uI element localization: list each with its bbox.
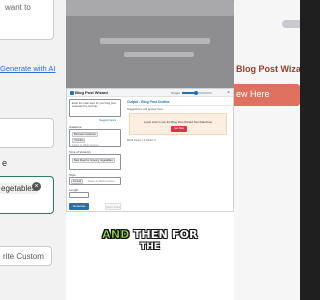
page-below-dialog xyxy=(66,212,234,300)
output-panel: Output - Blog Post Outline Suggestions w… xyxy=(125,99,231,159)
style-field[interactable]: Formal Select or Write Custom xyxy=(69,177,121,185)
dialog-titlebar: Blog Post Wizard Output × xyxy=(67,89,233,97)
style-tag[interactable]: Formal xyxy=(71,179,84,184)
chip-remove-icon[interactable]: × xyxy=(32,182,41,191)
divider xyxy=(127,105,231,106)
dialog-title: Blog Post Wizard xyxy=(75,90,108,95)
length-input[interactable] xyxy=(69,192,89,198)
background-chip-field: egetables × xyxy=(0,176,54,214)
blurred-line xyxy=(100,38,210,44)
topic-placeholder: Enter the main topic for your blog post,… xyxy=(72,102,117,109)
audience-field[interactable]: Business Audience Youtube Select or Writ… xyxy=(69,129,121,147)
generate-with-ai-link[interactable]: Generate with AI xyxy=(0,64,55,73)
background-textarea-text: want to xyxy=(5,3,31,12)
promo-text: Learn How to use the Blog Post Wizard To… xyxy=(144,120,212,124)
output-slider[interactable] xyxy=(182,91,212,95)
suggest-topics-link[interactable]: Suggest topics xyxy=(99,119,116,122)
tone-field[interactable]: Best Meal for Grocery Vegetables xyxy=(69,154,121,170)
right-background-app: Blog Post Wizard To ew Here xyxy=(234,0,300,300)
background-view-button[interactable]: ew Here xyxy=(234,84,300,106)
background-input xyxy=(0,118,54,148)
blog-post-wizard-dialog: Blog Post Wizard Output × Enter the main… xyxy=(66,88,234,212)
generate-button[interactable]: Generate xyxy=(69,203,89,210)
blurred-top-area xyxy=(66,0,234,90)
save-post-button[interactable]: Save Post xyxy=(105,203,121,210)
audience-more: Select or Write Custom xyxy=(72,144,99,147)
background-view-button-label: ew Here xyxy=(236,89,270,99)
wizard-form: Enter the main topic for your blog post,… xyxy=(69,99,123,211)
audience-tag[interactable]: Youtube xyxy=(72,138,86,143)
slider-thumb[interactable] xyxy=(193,91,198,95)
wizard-icon xyxy=(70,91,74,95)
tone-tag[interactable]: Best Meal for Grocery Vegetables xyxy=(72,158,115,163)
background-title: Blog Post Wizard To xyxy=(236,64,300,74)
caption-words: THEN FOR xyxy=(133,228,198,241)
topic-textarea[interactable]: Enter the main topic for your blog post,… xyxy=(69,99,121,117)
slider-label: Output xyxy=(171,91,181,95)
background-toggle xyxy=(282,20,300,28)
output-title: Output - Blog Post Outline xyxy=(127,100,170,104)
background-textarea: want to xyxy=(0,0,54,40)
left-background-app: want to Generate with AI e egetables × r… xyxy=(0,0,66,300)
background-label: e xyxy=(2,158,8,168)
caption-highlight-word: AND xyxy=(102,228,130,242)
get-now-button[interactable]: Get Now xyxy=(171,126,187,132)
blurred-header xyxy=(66,0,234,16)
caption-line-2: THE xyxy=(140,242,160,252)
video-frame: want to Generate with AI e egetables × r… xyxy=(0,0,300,300)
word-count: Word Count = 0 Chars: 0 xyxy=(127,139,156,142)
promo-box: Learn How to use the Blog Post Wizard To… xyxy=(129,113,227,135)
caption-line-1: AND THEN FOR xyxy=(0,228,300,242)
close-icon[interactable]: × xyxy=(227,90,230,96)
video-caption: AND THEN FOR THE xyxy=(0,228,300,252)
blurred-line xyxy=(124,52,194,57)
style-more: Select or Write Custom xyxy=(88,180,115,183)
audience-tag[interactable]: Business Audience xyxy=(72,132,98,137)
output-subtitle: Suggestions will appear here xyxy=(127,107,163,111)
